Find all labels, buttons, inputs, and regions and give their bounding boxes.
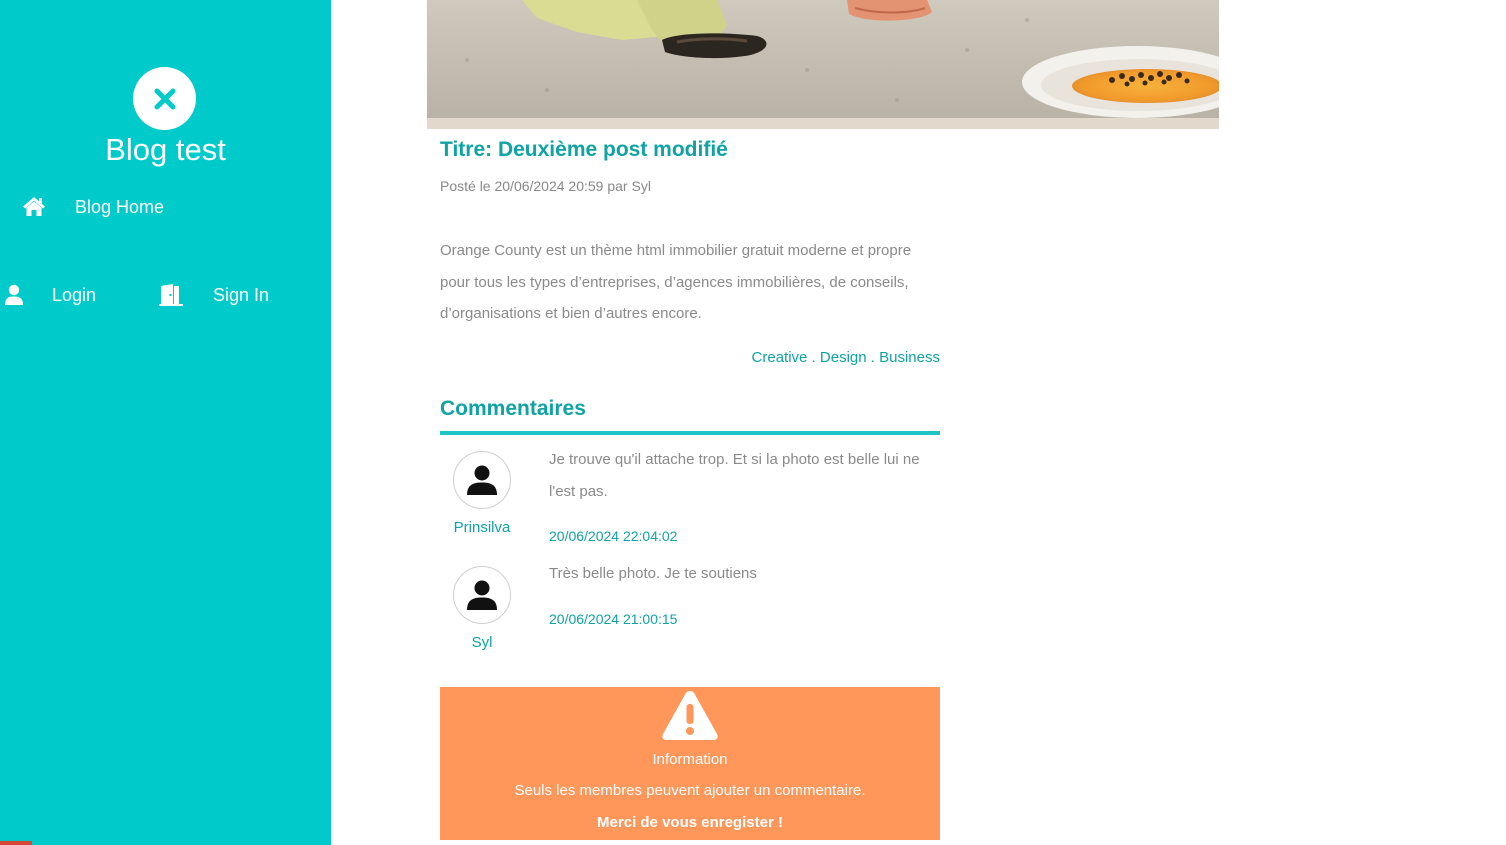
tag-link[interactable]: Design	[820, 349, 867, 366]
comment-author: Prinsilva	[453, 519, 511, 536]
close-sidebar-button[interactable]	[133, 67, 196, 130]
user-icon	[4, 283, 26, 307]
comment-text: Je trouve qu'il attache trop. Et si la p…	[549, 451, 920, 500]
alert-message: Seuls les membres peuvent ajouter un com…	[514, 782, 866, 799]
user-icon	[467, 580, 497, 610]
comment-author: Syl	[471, 634, 493, 651]
comments-title: Commentaires	[440, 397, 586, 420]
alert-title: Information	[652, 751, 728, 768]
corner-marker	[0, 841, 32, 845]
tag-separator: .	[807, 349, 820, 366]
tag-link[interactable]: Business	[879, 349, 940, 366]
post-meta: Posté le 20/06/2024 20:59 par Syl	[440, 178, 651, 194]
home-icon	[22, 195, 46, 219]
door-icon	[158, 283, 184, 307]
nav-login-label: Login	[52, 284, 97, 305]
close-icon	[154, 88, 175, 109]
nav-sign-in-label: Sign In	[213, 284, 270, 305]
post-tags: Creative . Design . Business	[440, 348, 940, 368]
comment-item: Syl Très belle photo. Je te soutiens 20/…	[440, 565, 940, 660]
brand-title[interactable]: Blog test	[0, 130, 331, 170]
nav-login[interactable]: Login	[4, 281, 96, 309]
comment-date: 20/06/2024 22:04:02	[549, 528, 678, 544]
post-image	[427, 0, 1219, 129]
tag-separator: .	[866, 349, 880, 366]
warning-icon	[662, 691, 718, 740]
tag-link[interactable]: Creative	[752, 349, 808, 366]
user-icon	[467, 465, 497, 495]
avatar	[453, 451, 511, 509]
comment-item: Prinsilva Je trouve qu'il attache trop. …	[440, 450, 940, 550]
nav-blog-home-label: Blog Home	[75, 196, 165, 217]
comment-date: 20/06/2024 21:00:15	[549, 611, 678, 627]
members-only-alert: Information Seuls les membres peuvent aj…	[440, 687, 940, 840]
nav-sign-in[interactable]: Sign In	[158, 281, 269, 309]
comment-text: Très belle photo. Je te soutiens	[549, 565, 757, 582]
post-title: Titre: Deuxième post modifié	[440, 138, 728, 161]
avatar	[453, 566, 511, 624]
post-body: Orange County est un thème html immobili…	[440, 242, 912, 322]
sidebar: Blog test Blog Home Login Sign In	[0, 0, 331, 845]
nav-blog-home[interactable]: Blog Home	[22, 193, 164, 221]
comments-divider	[440, 431, 940, 435]
alert-cta: Merci de vous enregister !	[597, 814, 783, 831]
